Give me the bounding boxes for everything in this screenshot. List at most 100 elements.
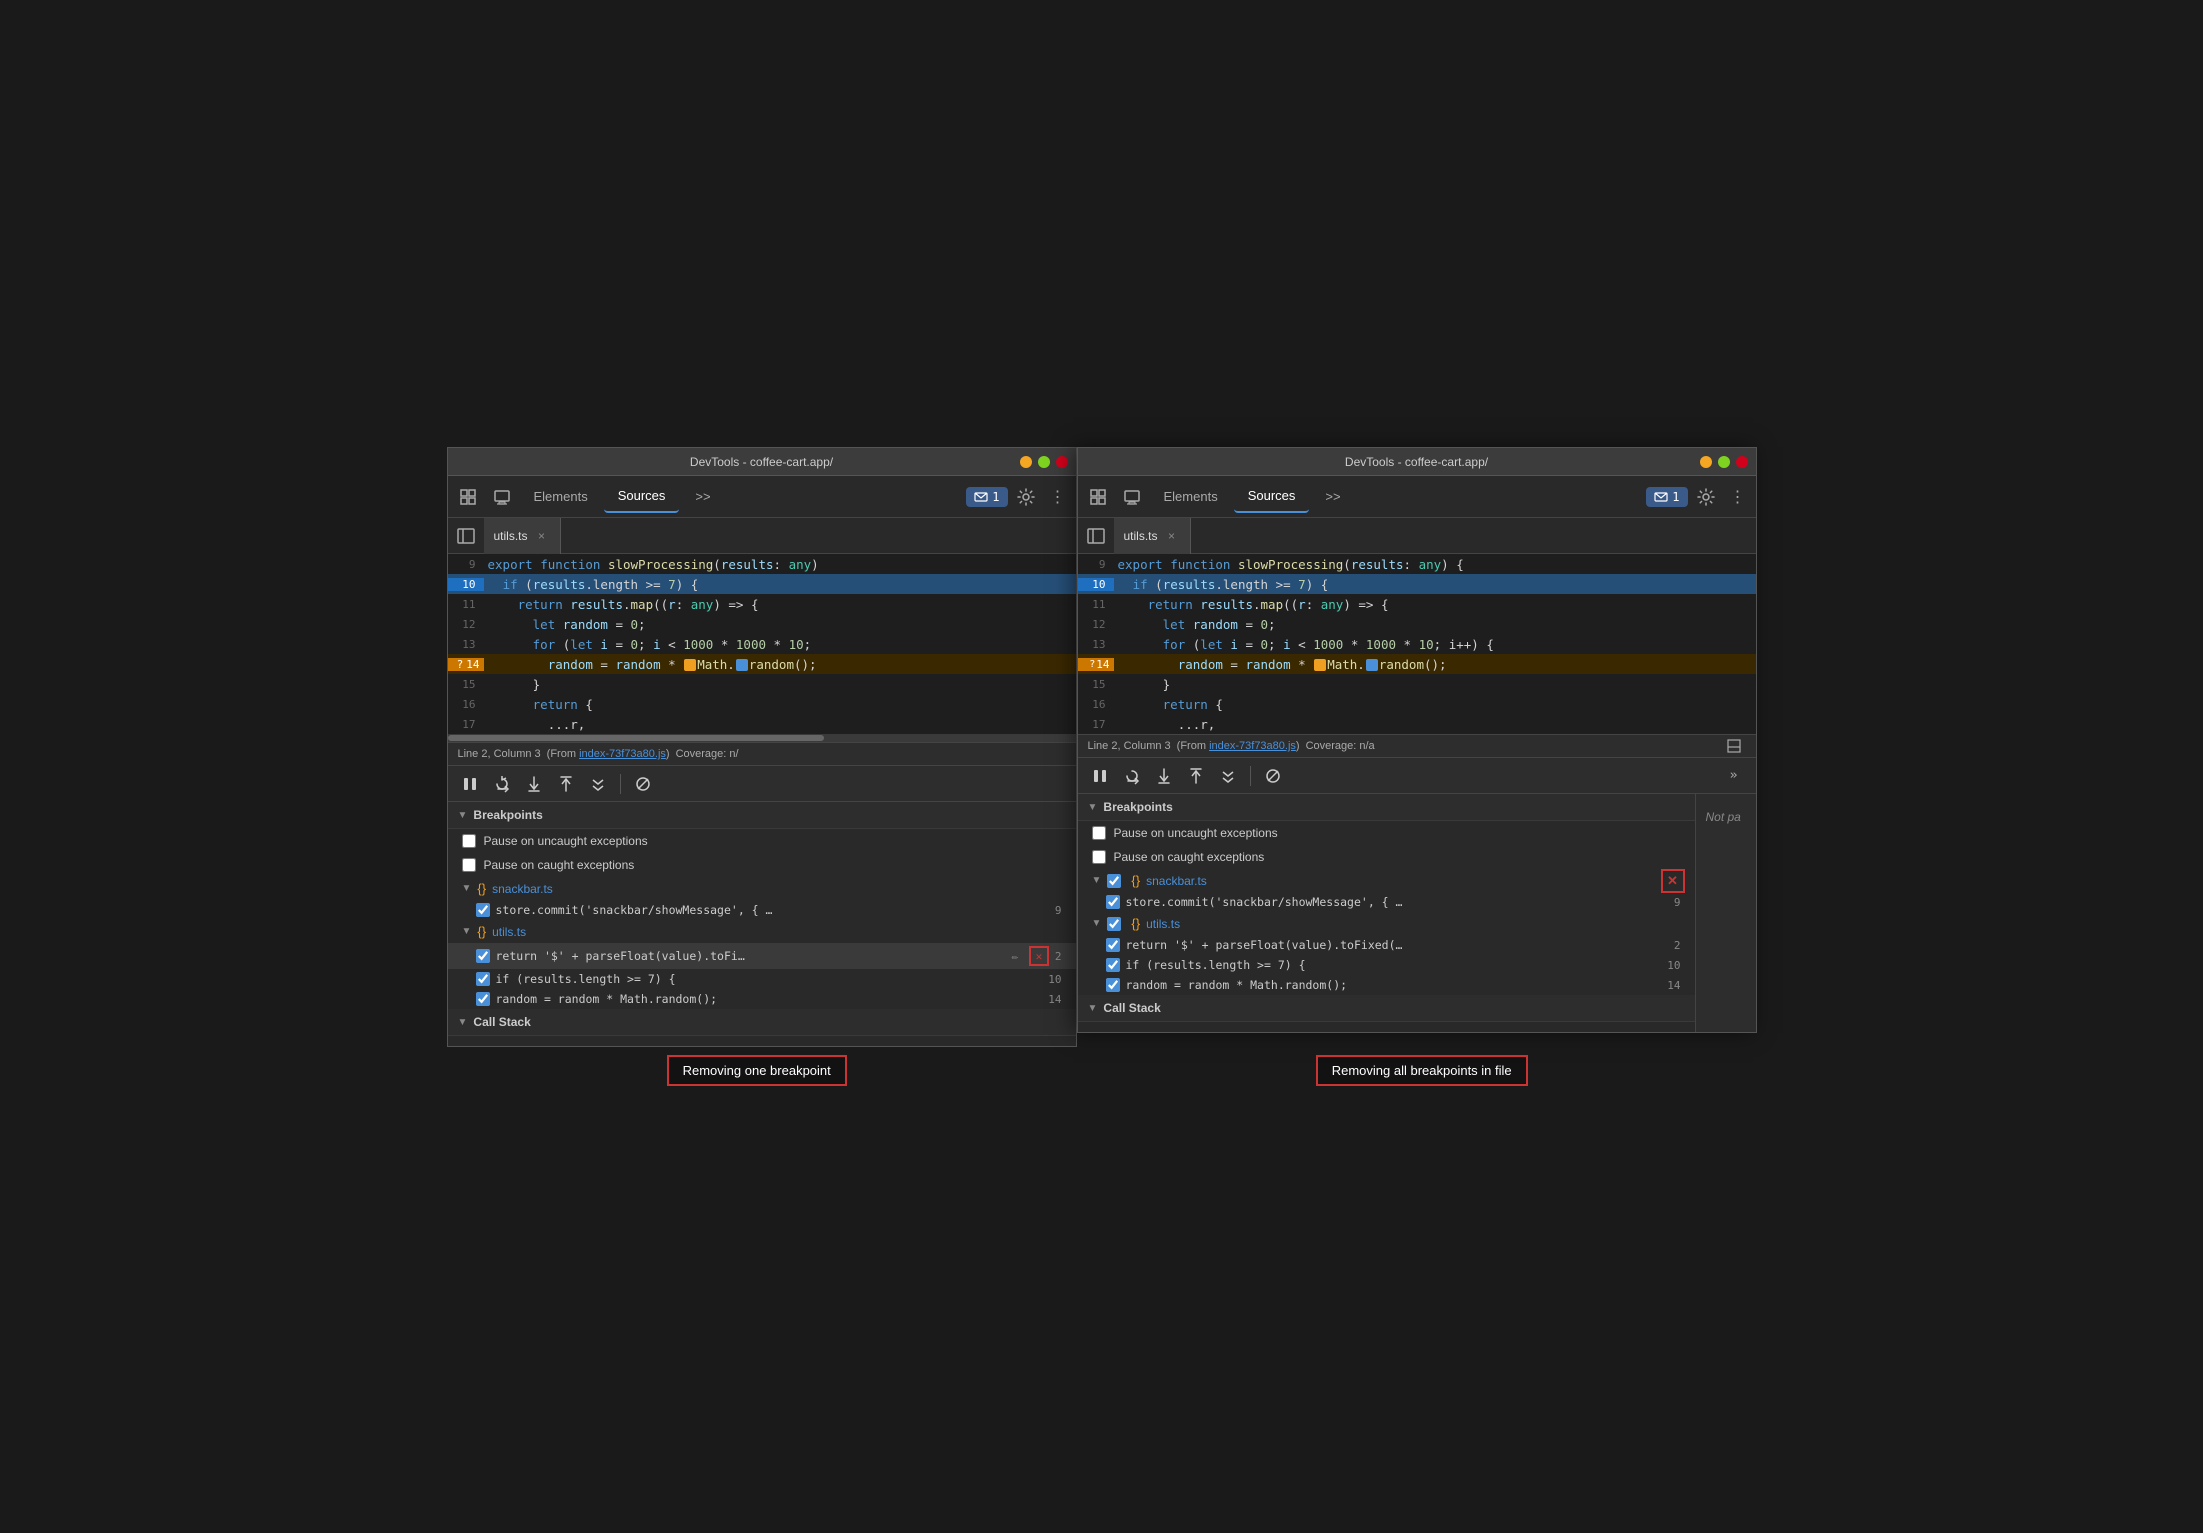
close-btn[interactable]: × — [1056, 456, 1068, 468]
right-step-over-btn[interactable] — [1118, 762, 1146, 790]
right-step-out-btn[interactable] — [1182, 762, 1210, 790]
right-snackbar-file-row[interactable]: ▼ {} snackbar.ts ✕ — [1078, 869, 1695, 892]
right-inspect-icon-btn[interactable] — [1082, 481, 1114, 513]
right-gear-btn[interactable] — [1690, 481, 1722, 513]
left-file-tab[interactable]: utils.ts × — [484, 518, 561, 554]
right-more-btn[interactable]: ⋮ — [1724, 483, 1752, 511]
right-extra-panel: Not pa — [1696, 794, 1756, 1032]
right-sidebar-toggle[interactable] — [1082, 522, 1110, 550]
left-remove-bp-btn[interactable]: ✕ — [1029, 946, 1049, 966]
right-utils-chevron: ▼ — [1092, 918, 1102, 929]
left-pause-caught-checkbox[interactable] — [462, 858, 476, 872]
left-snackbar-file-row[interactable]: ▼ {} snackbar.ts — [448, 877, 1076, 900]
right-annotation: Removing all breakpoints in file — [1316, 1055, 1528, 1086]
right-file-tab-close[interactable]: × — [1164, 528, 1180, 544]
left-pause-caught-label: Pause on caught exceptions — [484, 858, 635, 872]
left-utils-bp-2: if (results.length >= 7) { 10 — [448, 969, 1076, 989]
left-annotation-text: Removing one breakpoint — [683, 1063, 831, 1078]
right-deactivate-bp-btn[interactable] — [1259, 762, 1287, 790]
left-more-tabs[interactable]: >> — [681, 481, 724, 513]
left-callstack-chevron: ▼ — [458, 1017, 468, 1028]
code-line-17: 17 ...r, — [448, 714, 1076, 734]
left-utils-bp-1-line: 2 — [1055, 950, 1062, 963]
left-sources-tab[interactable]: Sources — [604, 481, 680, 513]
left-utils-bp-2-checkbox[interactable] — [476, 972, 490, 986]
right-code-line-9: 9 export function slowProcessing(results… — [1078, 554, 1756, 574]
right-snackbar-remove-all-btn[interactable]: ✕ — [1661, 869, 1685, 893]
left-edit-bp-btn[interactable]: ✏ — [1007, 948, 1023, 964]
left-file-tab-close[interactable]: × — [534, 528, 550, 544]
left-pause-uncaught-checkbox[interactable] — [462, 834, 476, 848]
right-snackbar-bp-1-checkbox[interactable] — [1106, 895, 1120, 909]
left-gear-btn[interactable] — [1010, 481, 1042, 513]
right-more-tabs[interactable]: >> — [1311, 481, 1354, 513]
right-utils-bp-1-checkbox[interactable] — [1106, 938, 1120, 952]
right-code-area[interactable]: 9 export function slowProcessing(results… — [1078, 554, 1756, 734]
maximize-btn[interactable]: + — [1038, 456, 1050, 468]
right-expand-right-btn[interactable]: » — [1720, 762, 1748, 790]
right-step-btn[interactable] — [1214, 762, 1242, 790]
right-titlebar: DevTools - coffee-cart.app/ − + × — [1078, 448, 1756, 476]
right-utils-file-row[interactable]: ▼ {} utils.ts — [1078, 912, 1695, 935]
left-callstack-header[interactable]: ▼ Call Stack — [448, 1009, 1076, 1036]
step-into-btn[interactable] — [520, 770, 548, 798]
annotations-row: Removing one breakpoint Removing all bre… — [447, 1055, 1757, 1086]
step-out-btn[interactable] — [552, 770, 580, 798]
left-code-scrollbar[interactable] — [448, 734, 1076, 742]
device-icon-btn[interactable] — [486, 481, 518, 513]
right-device-icon-btn[interactable] — [1116, 481, 1148, 513]
right-snackbar-bp-1-text: store.commit('snackbar/showMessage', { … — [1126, 895, 1668, 909]
right-minimize-btn[interactable]: − — [1700, 456, 1712, 468]
left-pause-uncaught-row: Pause on uncaught exceptions — [448, 829, 1076, 853]
deactivate-bp-btn[interactable] — [629, 770, 657, 798]
right-pause-caught-checkbox[interactable] — [1092, 850, 1106, 864]
step-btn[interactable] — [584, 770, 612, 798]
right-callstack-header[interactable]: ▼ Call Stack — [1078, 995, 1695, 1022]
left-breakpoints-section-header[interactable]: ▼ Breakpoints — [448, 802, 1076, 829]
left-code-area[interactable]: 9 export function slowProcessing(results… — [448, 554, 1076, 742]
right-annotation-text: Removing all breakpoints in file — [1332, 1063, 1512, 1078]
right-notification-btn[interactable]: 1 — [1646, 487, 1687, 507]
left-elements-tab[interactable]: Elements — [520, 481, 602, 513]
left-utils-file-row[interactable]: ▼ {} utils.ts — [448, 920, 1076, 943]
left-snackbar-bp-1-line: 9 — [1055, 904, 1062, 917]
right-elements-tab[interactable]: Elements — [1150, 481, 1232, 513]
left-snackbar-bp-1-checkbox[interactable] — [476, 903, 490, 917]
code-line-9: 9 export function slowProcessing(results… — [448, 554, 1076, 574]
right-pause-resume-btn[interactable] — [1086, 762, 1114, 790]
left-more-btn[interactable]: ⋮ — [1044, 483, 1072, 511]
right-source-link[interactable]: index-73f73a80.js — [1209, 740, 1296, 752]
right-utils-file-checkbox[interactable] — [1107, 917, 1121, 931]
right-snackbar-icon: {} — [1131, 873, 1140, 888]
right-file-tab[interactable]: utils.ts × — [1114, 518, 1191, 554]
right-snackbar-chevron: ▼ — [1092, 875, 1102, 886]
right-snackbar-file-checkbox[interactable] — [1107, 874, 1121, 888]
right-breakpoints-section-header[interactable]: ▼ Breakpoints — [1078, 794, 1695, 821]
left-utils-icon: {} — [477, 924, 486, 939]
debug-divider — [620, 774, 621, 794]
left-sidebar-toggle[interactable] — [452, 522, 480, 550]
pause-resume-btn[interactable] — [456, 770, 484, 798]
right-code-lines: 9 export function slowProcessing(results… — [1078, 554, 1756, 734]
left-source-link[interactable]: index-73f73a80.js — [579, 748, 666, 760]
right-pause-uncaught-checkbox[interactable] — [1092, 826, 1106, 840]
left-utils-bp-1-checkbox[interactable] — [476, 949, 490, 963]
step-over-btn[interactable] — [488, 770, 516, 798]
right-expand-panel-btn[interactable] — [1722, 734, 1746, 758]
right-step-into-btn[interactable] — [1150, 762, 1178, 790]
left-pause-uncaught-label: Pause on uncaught exceptions — [484, 834, 648, 848]
minimize-btn[interactable]: − — [1020, 456, 1032, 468]
right-maximize-btn[interactable]: + — [1718, 456, 1730, 468]
right-utils-bp-2-checkbox[interactable] — [1106, 958, 1120, 972]
right-utils-bp-3-checkbox[interactable] — [1106, 978, 1120, 992]
left-notification-btn[interactable]: 1 — [966, 487, 1007, 507]
inspect-icon-btn[interactable] — [452, 481, 484, 513]
left-snackbar-bp-1-text: store.commit('snackbar/showMessage', { … — [496, 903, 1049, 917]
right-code-line-10: 10 if (results.length >= 7) { — [1078, 574, 1756, 594]
right-sources-tab[interactable]: Sources — [1234, 481, 1310, 513]
left-utils-bp-3-checkbox[interactable] — [476, 992, 490, 1006]
left-bp-title: Breakpoints — [473, 808, 542, 822]
right-close-btn[interactable]: × — [1736, 456, 1748, 468]
left-scrollbar-thumb[interactable] — [448, 735, 825, 741]
code-line-16: 16 return { — [448, 694, 1076, 714]
